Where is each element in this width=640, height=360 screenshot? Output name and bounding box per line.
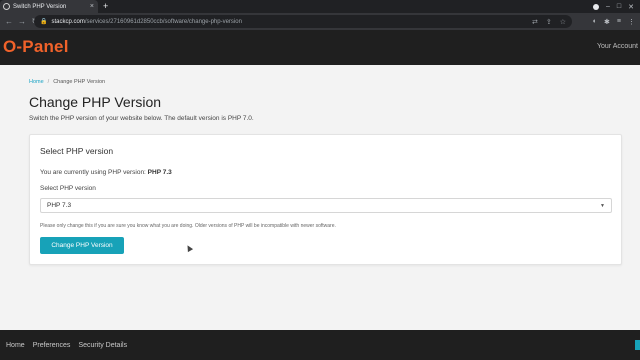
- bookmark-star-icon[interactable]: ☆: [560, 18, 566, 26]
- breadcrumb: Home / Change PHP Version: [29, 79, 105, 85]
- profile-icon[interactable]: [592, 3, 599, 10]
- extension-icon[interactable]: ◐: [593, 18, 597, 25]
- address-bar[interactable]: 🔒 stackcp.com /services/27160961d2850ccb…: [34, 15, 572, 28]
- window-controls: – □ ✕: [592, 0, 634, 13]
- account-link[interactable]: Your Account: [597, 43, 638, 50]
- current-version-text: You are currently using PHP version: PHP…: [40, 169, 172, 176]
- menu-list-icon[interactable]: ≡: [617, 18, 621, 25]
- card-title: Select PHP version: [40, 146, 114, 156]
- footer-link-security-details[interactable]: Security Details: [78, 342, 127, 349]
- forward-icon[interactable]: →: [17, 17, 27, 26]
- url-path: /services/27160961d2850ccb/software/chan…: [84, 18, 242, 25]
- new-tab-button[interactable]: +: [103, 0, 108, 13]
- page-title: Change PHP Version: [29, 94, 162, 110]
- page-subtitle: Switch the PHP version of your website b…: [29, 115, 254, 122]
- maximize-icon[interactable]: □: [617, 3, 621, 10]
- site-header: O-Panel Your Account: [0, 30, 640, 65]
- back-icon[interactable]: ←: [4, 17, 14, 26]
- close-window-icon[interactable]: ✕: [628, 3, 634, 11]
- more-icon[interactable]: ⋮: [628, 18, 635, 26]
- site-logo[interactable]: O-Panel: [3, 37, 69, 57]
- browser-tab[interactable]: Switch PHP Version ×: [0, 0, 98, 13]
- chevron-down-icon: ▼: [600, 202, 605, 209]
- globe-icon: [3, 3, 10, 10]
- site-footer: Home Preferences Security Details: [0, 330, 640, 360]
- main-content: Home / Change PHP Version Change PHP Versi…: [0, 65, 640, 330]
- current-version-prefix: You are currently using PHP version:: [40, 169, 148, 176]
- breadcrumb-home[interactable]: Home: [29, 79, 44, 85]
- url-host: stackcp.com: [51, 18, 85, 25]
- php-version-card: Select PHP version You are currently usi…: [29, 134, 622, 265]
- browser-toolbar: ← → ↻ 🔒 stackcp.com /services/27160961d2…: [0, 13, 640, 30]
- change-php-version-button[interactable]: Change PHP Version: [40, 237, 124, 254]
- breadcrumb-separator: /: [47, 79, 50, 85]
- omnibox-actions: ⇄ ⇪ ☆: [532, 18, 566, 26]
- selected-value: PHP 7.3: [47, 202, 72, 209]
- tab-close-button[interactable]: ×: [90, 0, 94, 13]
- puzzle-icon[interactable]: ✱: [604, 18, 610, 26]
- share-icon[interactable]: ⇪: [546, 18, 552, 26]
- chat-widget-tab[interactable]: [635, 340, 640, 350]
- current-version-value: PHP 7.3: [147, 169, 172, 176]
- footer-link-home[interactable]: Home: [6, 342, 25, 349]
- minimize-icon[interactable]: –: [606, 3, 610, 10]
- select-label: Select PHP version: [40, 185, 96, 192]
- footer-link-preferences[interactable]: Preferences: [33, 342, 71, 349]
- extension-icons: ◐ ✱ ≡ ⋮: [593, 13, 635, 30]
- breadcrumb-current: Change PHP Version: [53, 79, 106, 85]
- warning-note: Please only change this if you are sure …: [40, 223, 336, 229]
- tab-title: Switch PHP Version: [13, 3, 67, 10]
- lock-icon[interactable]: 🔒: [40, 18, 47, 25]
- browser-tab-bar: Switch PHP Version × + – □ ✕: [0, 0, 640, 13]
- php-version-select[interactable]: PHP 7.3 ▼: [40, 198, 612, 213]
- translate-icon[interactable]: ⇄: [532, 18, 538, 26]
